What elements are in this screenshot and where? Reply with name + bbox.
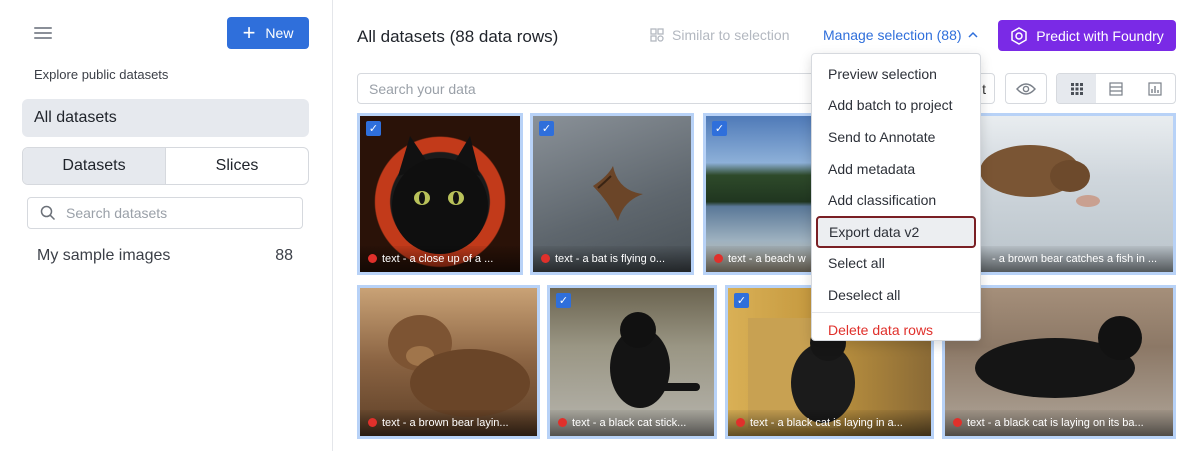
- menu-item-deselect-all[interactable]: Deselect all: [812, 279, 980, 311]
- label-dot-icon: [736, 418, 745, 427]
- predict-with-foundry-button[interactable]: Predict with Foundry: [998, 20, 1176, 51]
- image-tile[interactable]: text - a brown bear layin...: [357, 285, 540, 439]
- new-button-label: New: [265, 25, 294, 41]
- menu-item-export-data-v2[interactable]: Export data v2: [816, 215, 976, 248]
- predict-label: Predict with Foundry: [1036, 27, 1164, 44]
- tile-caption: text - a black cat is laying on its ba..…: [945, 410, 1173, 436]
- tab-datasets[interactable]: Datasets: [23, 148, 166, 184]
- search-icon: [40, 205, 56, 221]
- menu-item-send-to-annotate[interactable]: Send to Annotate: [812, 121, 980, 153]
- chevron-up-icon: [968, 31, 978, 38]
- tile-caption: text - a brown bear layin...: [360, 410, 537, 436]
- list-view-button[interactable]: [1096, 74, 1135, 103]
- label-dot-icon: [558, 418, 567, 427]
- explore-public-datasets-link[interactable]: Explore public datasets: [34, 67, 168, 82]
- tile-caption: text - a bat is flying o...: [533, 246, 691, 272]
- tile-caption: text - a black cat stick...: [550, 410, 714, 436]
- list-icon: [1109, 81, 1123, 96]
- dataset-name: My sample images: [37, 247, 171, 264]
- menu-item-preview-selection[interactable]: Preview selection: [812, 58, 980, 90]
- tab-slices[interactable]: Slices: [166, 148, 308, 184]
- tile-caption: text - a close up of a ...: [360, 246, 520, 272]
- visibility-button[interactable]: [1005, 73, 1047, 104]
- checkbox-checked-icon[interactable]: ✓: [539, 121, 554, 136]
- checkbox-checked-icon[interactable]: ✓: [366, 121, 381, 136]
- foundry-icon: [1011, 26, 1027, 45]
- manage-selection-label: Manage selection (88): [823, 27, 962, 43]
- bar-chart-icon: [1148, 81, 1162, 96]
- label-dot-icon: [368, 254, 377, 263]
- label-dot-icon: [714, 254, 723, 263]
- grid-view-button[interactable]: [1057, 74, 1097, 103]
- image-tile[interactable]: ✓ text - a bat is flying o...: [530, 113, 694, 275]
- tile-caption: - a brown bear catches a fish in ...: [970, 246, 1173, 272]
- dataset-search-input[interactable]: [66, 205, 266, 221]
- dataset-count: 88: [275, 247, 293, 264]
- manage-selection-menu: Preview selection Add batch to project S…: [811, 53, 981, 341]
- menu-item-add-batch-to-project[interactable]: Add batch to project: [812, 90, 980, 122]
- grid-icon: [1070, 82, 1083, 95]
- sidebar: + New Explore public datasets All datase…: [0, 0, 333, 451]
- view-mode-toggle: [1056, 73, 1176, 104]
- image-tile[interactable]: - a brown bear catches a fish in ...: [967, 113, 1176, 275]
- eye-icon: [1016, 82, 1036, 95]
- checkbox-checked-icon[interactable]: ✓: [734, 293, 749, 308]
- datasets-slices-toggle: Datasets Slices: [22, 147, 309, 185]
- similar-label: Similar to selection: [672, 27, 790, 43]
- menu-divider: [812, 311, 980, 313]
- menu-item-delete-data-rows[interactable]: Delete data rows: [812, 314, 980, 346]
- menu-item-add-metadata[interactable]: Add metadata: [812, 153, 980, 185]
- sidebar-item-all-datasets[interactable]: All datasets: [22, 99, 309, 137]
- checkbox-checked-icon[interactable]: ✓: [712, 121, 727, 136]
- checkbox-checked-icon[interactable]: ✓: [556, 293, 571, 308]
- similarity-icon: [650, 28, 664, 42]
- manage-selection-button[interactable]: Manage selection (88): [823, 27, 978, 43]
- data-search-box: [357, 73, 819, 104]
- menu-item-select-all[interactable]: Select all: [812, 248, 980, 280]
- sidebar-item-my-sample-images[interactable]: My sample images 88: [37, 247, 293, 265]
- plus-icon: +: [242, 20, 256, 45]
- menu-item-add-classification[interactable]: Add classification: [812, 184, 980, 216]
- similar-to-selection-button[interactable]: Similar to selection: [650, 27, 790, 43]
- image-tile[interactable]: ✓ text - a close up of a ...: [357, 113, 523, 275]
- tile-caption: text - a black cat is laying in a...: [728, 410, 931, 436]
- image-tile[interactable]: ✓ text - a beach w: [703, 113, 818, 275]
- label-dot-icon: [541, 254, 550, 263]
- data-search-input[interactable]: [369, 80, 789, 97]
- label-dot-icon: [368, 418, 377, 427]
- dataset-search-box: [27, 197, 303, 229]
- image-tile[interactable]: ✓ text - a black cat stick...: [547, 285, 717, 439]
- label-dot-icon: [953, 418, 962, 427]
- analytics-view-button[interactable]: [1136, 74, 1175, 103]
- menu-icon[interactable]: [34, 27, 52, 41]
- page-title: All datasets (88 data rows): [357, 27, 559, 46]
- new-button[interactable]: + New: [227, 17, 309, 49]
